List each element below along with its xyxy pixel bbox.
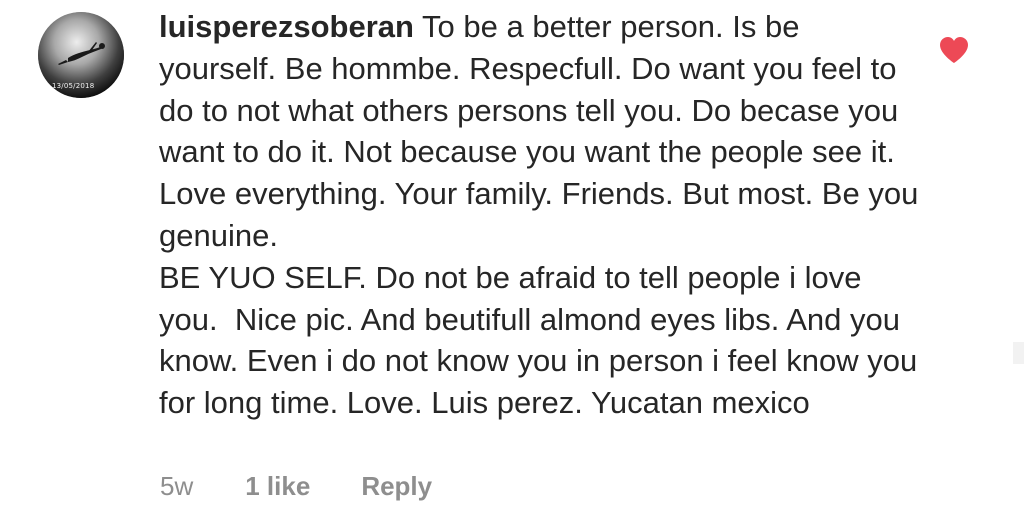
comment: 13/05/2018 luisperezsoberan To be a bett… — [0, 0, 1024, 521]
scrollbar-thumb[interactable] — [1013, 342, 1024, 364]
reply-button[interactable]: Reply — [361, 471, 432, 502]
comment-age: 5w — [160, 471, 194, 501]
likes-count-link[interactable]: 1 like — [245, 471, 310, 502]
comment-footer: 5w 1 like Reply — [160, 471, 432, 502]
avatar[interactable]: 13/05/2018 — [38, 12, 124, 98]
avatar-date-stamp: 13/05/2018 — [52, 82, 95, 90]
comment-body: luisperezsoberan To be a better person. … — [159, 6, 919, 424]
comment-username[interactable]: luisperezsoberan — [159, 9, 414, 44]
heart-icon[interactable] — [939, 36, 969, 64]
comment-text: To be a better person. Is be yourself. B… — [159, 9, 919, 421]
